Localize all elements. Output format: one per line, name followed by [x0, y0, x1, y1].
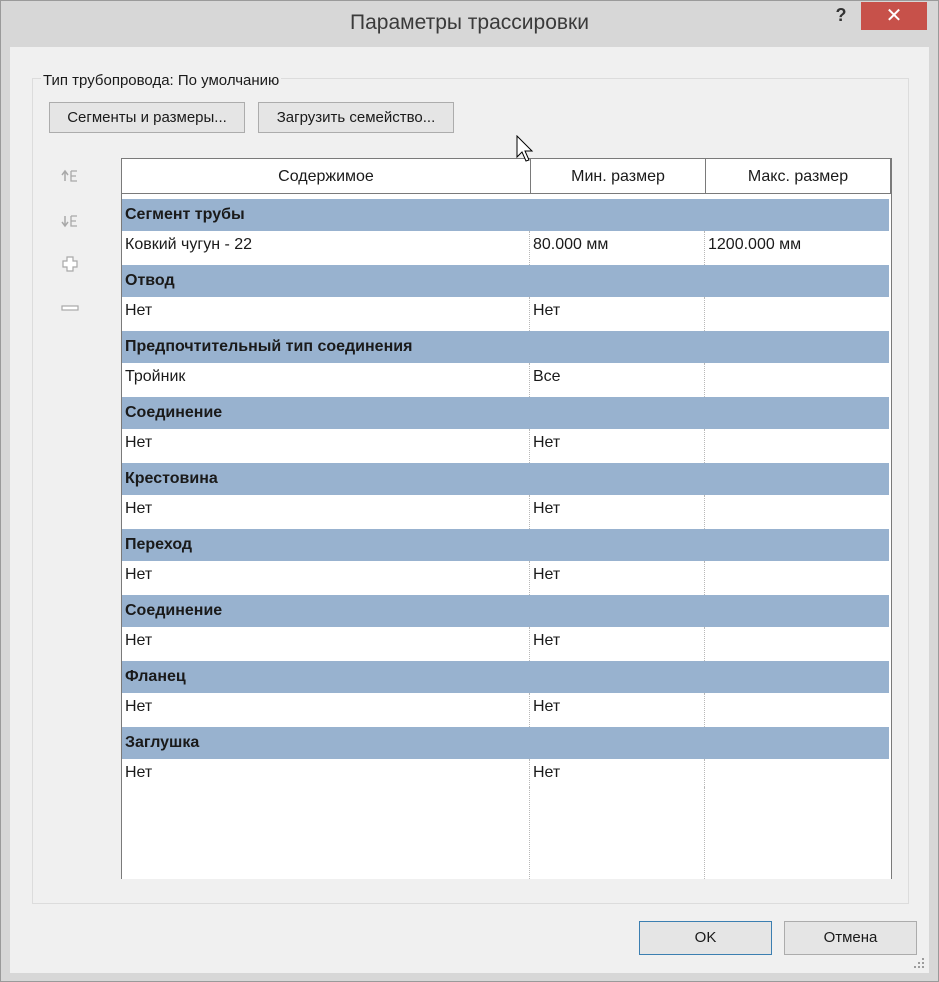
empty-cell [705, 787, 889, 879]
cell-min-size[interactable]: Все [530, 363, 705, 397]
help-button[interactable]: ? [827, 3, 855, 27]
cell-min-size[interactable]: 80.000 мм [530, 231, 705, 265]
cell-min-size[interactable]: Нет [530, 495, 705, 529]
routing-preferences-dialog: Параметры трассировки ? ✕ Тип трубопрово… [0, 0, 939, 982]
table-row[interactable]: Нет Нет [122, 495, 889, 529]
cell-contents[interactable]: Нет [122, 561, 530, 595]
routing-table[interactable]: Содержимое Мин. размер Макс. размер Сегм… [121, 158, 892, 879]
dialog-body: Тип трубопровода: По умолчанию Сегменты … [10, 47, 929, 973]
title-bar[interactable]: Параметры трассировки ? ✕ [1, 1, 938, 47]
cell-min-size[interactable]: Нет [530, 429, 705, 463]
cell-contents[interactable]: Нет [122, 693, 530, 727]
table-row[interactable]: Нет Нет [122, 561, 889, 595]
load-family-button[interactable]: Загрузить семейство... [258, 102, 454, 133]
cell-contents[interactable]: Нет [122, 297, 530, 331]
cell-max-size[interactable] [705, 693, 889, 727]
table-row[interactable]: Тройник Все [122, 363, 889, 397]
empty-cell [530, 787, 705, 879]
cancel-button[interactable]: Отмена [784, 921, 917, 955]
dialog-title: Параметры трассировки [350, 11, 589, 34]
table-row[interactable]: Нет Нет [122, 297, 889, 331]
header-max-size[interactable]: Макс. размер [706, 159, 891, 194]
category-row[interactable]: Заглушка [122, 727, 889, 759]
table-row[interactable]: Нет Нет [122, 627, 889, 661]
category-row[interactable]: Сегмент трубы [122, 199, 889, 231]
table-row[interactable]: Нет Нет [122, 693, 889, 727]
table-row[interactable]: Нет Нет [122, 429, 889, 463]
ok-button[interactable]: OK [639, 921, 772, 955]
add-row-icon[interactable] [60, 254, 80, 274]
move-down-icon[interactable] [60, 211, 80, 231]
header-contents[interactable]: Содержимое [122, 159, 531, 194]
resize-grip-icon[interactable] [913, 957, 925, 969]
empty-cell [122, 787, 530, 879]
move-up-icon[interactable] [60, 166, 80, 186]
cell-min-size[interactable]: Нет [530, 561, 705, 595]
category-row[interactable]: Соединение [122, 397, 889, 429]
cell-min-size[interactable]: Нет [530, 297, 705, 331]
cell-min-size[interactable]: Нет [530, 693, 705, 727]
category-row[interactable]: Крестовина [122, 463, 889, 495]
cell-min-size[interactable]: Нет [530, 627, 705, 661]
cell-contents[interactable]: Нет [122, 627, 530, 661]
cell-contents[interactable]: Ковкий чугун - 22 [122, 231, 530, 265]
category-row[interactable]: Фланец [122, 661, 889, 693]
category-row[interactable]: Переход [122, 529, 889, 561]
cell-contents[interactable]: Нет [122, 429, 530, 463]
cell-max-size[interactable] [705, 495, 889, 529]
cell-max-size[interactable] [705, 429, 889, 463]
pipe-type-label: Тип трубопровода: По умолчанию [41, 72, 282, 89]
cell-max-size[interactable] [705, 297, 889, 331]
category-row[interactable]: Отвод [122, 265, 889, 297]
close-button[interactable]: ✕ [861, 2, 927, 30]
close-icon: ✕ [885, 5, 903, 27]
cell-max-size[interactable]: 1200.000 мм [705, 231, 889, 265]
table-row[interactable]: Ковкий чугун - 22 80.000 мм 1200.000 мм [122, 231, 889, 265]
empty-table-area[interactable] [122, 787, 889, 879]
mouse-pointer-icon [516, 135, 534, 162]
category-row[interactable]: Соединение [122, 595, 889, 627]
cell-contents[interactable]: Тройник [122, 363, 530, 397]
segments-and-sizes-button[interactable]: Сегменты и размеры... [49, 102, 245, 133]
header-min-size[interactable]: Мин. размер [531, 159, 706, 194]
remove-row-icon[interactable] [60, 298, 80, 318]
category-row[interactable]: Предпочтительный тип соединения [122, 331, 889, 363]
cell-max-size[interactable] [705, 627, 889, 661]
cell-contents[interactable]: Нет [122, 495, 530, 529]
cell-max-size[interactable] [705, 363, 889, 397]
cell-max-size[interactable] [705, 561, 889, 595]
